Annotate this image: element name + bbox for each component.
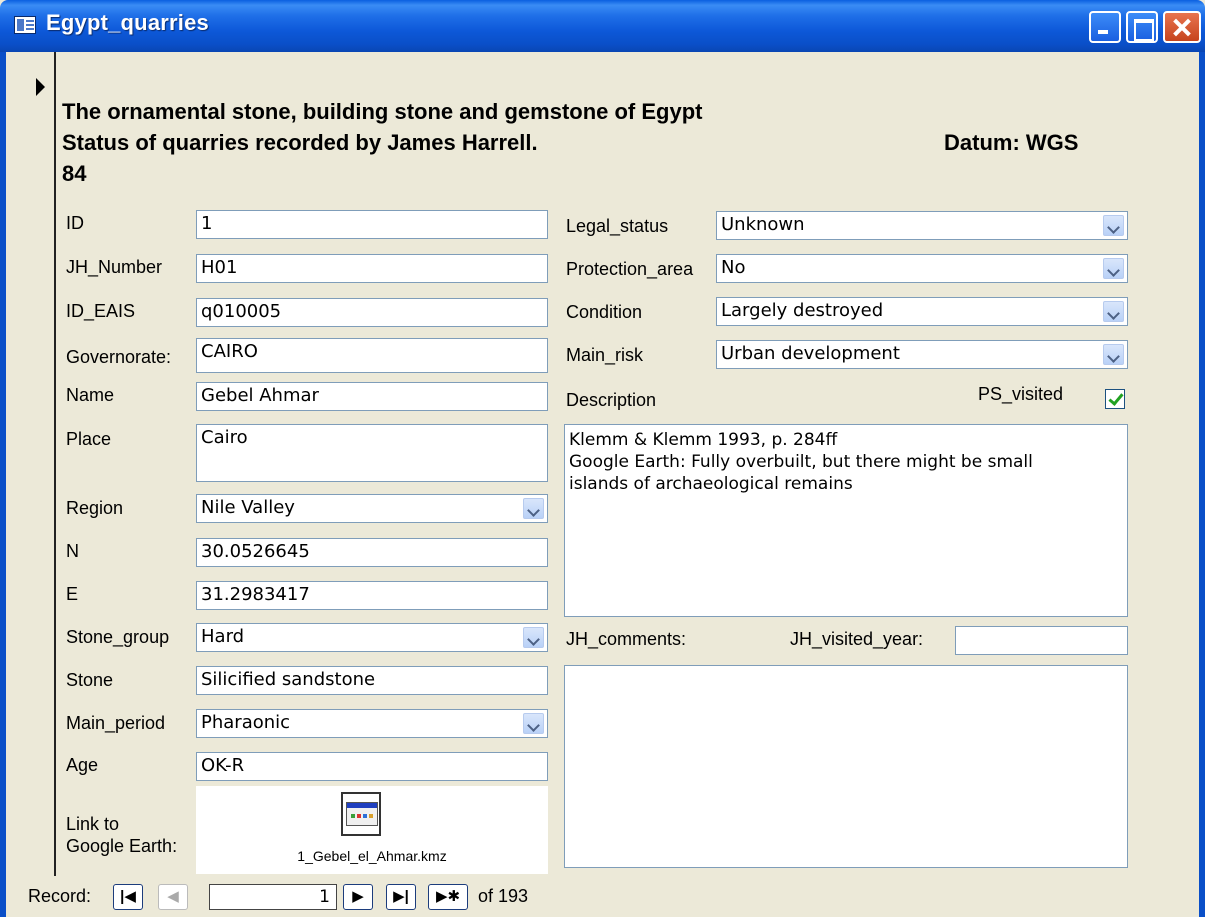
stone-group-value: Hard	[201, 626, 245, 647]
jh-visited-year-label: JH_visited_year:	[790, 629, 924, 649]
description-line1: Klemm & Klemm 1993, p. 284ff	[569, 430, 838, 450]
id-eais-field[interactable]: q010005	[196, 298, 548, 327]
next-record-icon: ▶	[352, 888, 364, 905]
prev-record-button[interactable]: ◀	[158, 884, 188, 910]
id-label: ID	[66, 213, 84, 233]
governorate-field[interactable]: CAIRO	[196, 338, 548, 373]
record-total: of 193	[478, 886, 529, 906]
header-subtitle: Status of quarries recorded by James Har…	[62, 130, 538, 155]
legal-status-select[interactable]: Unknown	[716, 211, 1128, 240]
description-textarea[interactable]: Klemm & Klemm 1993, p. 284ff Google Eart…	[564, 424, 1128, 617]
description-line2: Google Earth: Fully overbuilt, but there…	[569, 452, 1033, 472]
prev-record-icon: ◀	[167, 888, 179, 905]
form-icon[interactable]	[14, 16, 36, 34]
stone-group-label: Stone_group	[66, 627, 170, 647]
title-bar[interactable]: Egypt_quarries	[0, 0, 1205, 52]
legal-status-label: Legal_status	[566, 216, 669, 236]
e-field[interactable]: 31.2983417	[196, 581, 548, 610]
main-period-select[interactable]: Pharaonic	[196, 709, 548, 738]
chevron-down-icon[interactable]	[1103, 215, 1124, 236]
record-selector[interactable]	[6, 52, 56, 876]
window-frame-right	[1199, 52, 1205, 917]
age-label: Age	[66, 755, 99, 775]
protection-area-label: Protection_area	[566, 259, 694, 279]
chevron-down-icon[interactable]	[1103, 344, 1124, 365]
region-label: Region	[66, 498, 124, 518]
main-period-value: Pharaonic	[201, 712, 291, 733]
record-navigation-bar: Record: |◀ ◀ 1 ▶ ▶| ▶✱ of 193	[6, 876, 1199, 917]
first-record-icon: |◀	[120, 888, 136, 905]
stone-field[interactable]: Silicified sandstone	[196, 666, 548, 695]
record-label: Record:	[28, 886, 92, 906]
ps-visited-label: PS_visited	[978, 384, 1064, 404]
kmz-file-icon[interactable]	[341, 792, 381, 836]
maximize-button[interactable]	[1126, 11, 1158, 43]
next-record-button[interactable]: ▶	[343, 884, 373, 910]
region-value: Nile Valley	[201, 497, 295, 518]
description-label: Description	[566, 390, 657, 410]
new-record-icon: ▶✱	[435, 888, 461, 905]
region-select[interactable]: Nile Valley	[196, 494, 548, 523]
last-record-icon: ▶|	[393, 888, 409, 905]
condition-select[interactable]: Largely destroyed	[716, 297, 1128, 326]
google-earth-link[interactable]: 1_Gebel_el_Ahmar.kmz	[196, 786, 548, 874]
last-record-button[interactable]: ▶|	[386, 884, 416, 910]
jh-number-label: JH_Number	[66, 257, 163, 277]
condition-label: Condition	[566, 302, 643, 322]
place-label: Place	[66, 429, 112, 449]
header-datum: Datum: WGS	[944, 130, 1079, 155]
n-label: N	[66, 541, 79, 561]
window-title: Egypt_quarries	[46, 10, 209, 35]
stone-group-select[interactable]: Hard	[196, 623, 548, 652]
protection-area-value: No	[721, 257, 746, 278]
jh-number-field[interactable]: H01	[196, 254, 548, 283]
kmz-filename[interactable]: 1_Gebel_el_Ahmar.kmz	[196, 848, 548, 864]
main-period-label: Main_period	[66, 713, 166, 733]
first-record-button[interactable]: |◀	[113, 884, 143, 910]
chevron-down-icon[interactable]	[523, 498, 544, 519]
new-record-button[interactable]: ▶✱	[428, 884, 468, 910]
age-field[interactable]: OK-R	[196, 752, 548, 781]
place-field[interactable]: Cairo	[196, 424, 548, 482]
id-field[interactable]: 1	[196, 210, 548, 239]
description-line3: islands of archaeological remains	[569, 474, 853, 494]
main-risk-value: Urban development	[721, 343, 900, 364]
jh-comments-label: JH_comments:	[566, 629, 687, 649]
header-title: The ornamental stone, building stone and…	[62, 99, 703, 124]
minimize-button[interactable]	[1089, 11, 1121, 43]
n-field[interactable]: 30.0526645	[196, 538, 548, 567]
close-button[interactable]	[1163, 11, 1201, 43]
main-risk-label: Main_risk	[566, 345, 644, 365]
jh-comments-textarea[interactable]	[564, 665, 1128, 868]
chevron-down-icon[interactable]	[523, 713, 544, 734]
record-number-input[interactable]: 1	[209, 884, 337, 910]
chevron-down-icon[interactable]	[523, 627, 544, 648]
name-label: Name	[66, 385, 115, 405]
condition-value: Largely destroyed	[721, 300, 884, 321]
protection-area-select[interactable]: No	[716, 254, 1128, 283]
id-eais-label: ID_EAIS	[66, 301, 136, 321]
governorate-label: Governorate:	[66, 347, 172, 367]
jh-visited-year-field[interactable]	[955, 626, 1128, 655]
link-label-line2: Google Earth:	[66, 836, 178, 856]
link-label-line1: Link to	[66, 814, 120, 834]
e-label: E	[66, 584, 79, 604]
chevron-down-icon[interactable]	[1103, 258, 1124, 279]
header-datum-cont: 84	[62, 161, 87, 186]
name-field[interactable]: Gebel Ahmar	[196, 382, 548, 411]
current-record-arrow-icon	[36, 78, 45, 96]
ps-visited-checkbox[interactable]	[1105, 389, 1125, 409]
main-risk-select[interactable]: Urban development	[716, 340, 1128, 369]
stone-label: Stone	[66, 670, 114, 690]
chevron-down-icon[interactable]	[1103, 301, 1124, 322]
legal-status-value: Unknown	[721, 214, 805, 235]
